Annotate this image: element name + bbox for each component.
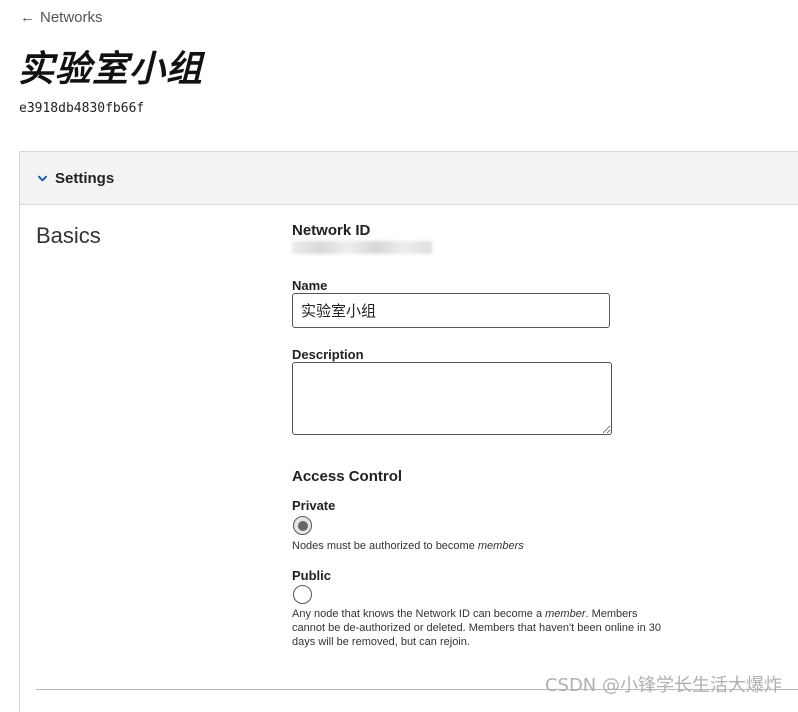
private-label: Private (292, 498, 336, 513)
description-textarea[interactable] (292, 362, 612, 435)
network-id-value-redacted (292, 241, 432, 254)
network-id-label: Network ID (292, 222, 371, 239)
access-control-heading: Access Control (292, 468, 403, 485)
back-to-networks-link[interactable]: ← Networks (20, 9, 103, 26)
arrow-left-icon: ← (20, 9, 35, 26)
public-radio[interactable] (293, 585, 312, 604)
public-help-emphasis: member (545, 608, 586, 620)
back-link-label: Networks (40, 9, 103, 26)
basics-heading: Basics (36, 223, 101, 248)
name-input[interactable] (292, 293, 610, 328)
network-hash: e3918db4830fb66f (19, 101, 145, 116)
description-label: Description (292, 347, 364, 362)
page-title: 实验室小组 (18, 49, 204, 90)
name-label: Name (292, 278, 328, 293)
chevron-down-icon (38, 175, 47, 181)
public-help-text: Any node that knows the Network ID can b… (292, 607, 662, 649)
settings-toggle-label: Settings (55, 169, 115, 187)
private-radio[interactable] (293, 516, 312, 535)
private-help-prefix: Nodes must be authorized to become (292, 540, 478, 552)
public-label: Public (292, 568, 332, 583)
public-help-prefix: Any node that knows the Network ID can b… (292, 608, 546, 620)
private-help-emphasis: members (477, 540, 524, 552)
settings-toggle[interactable]: Settings (20, 152, 798, 205)
private-help-text: Nodes must be authorized to become membe… (292, 539, 662, 553)
radio-selected-dot (297, 520, 308, 531)
watermark: CSDN @小锋学长生活大爆炸 (544, 675, 782, 696)
